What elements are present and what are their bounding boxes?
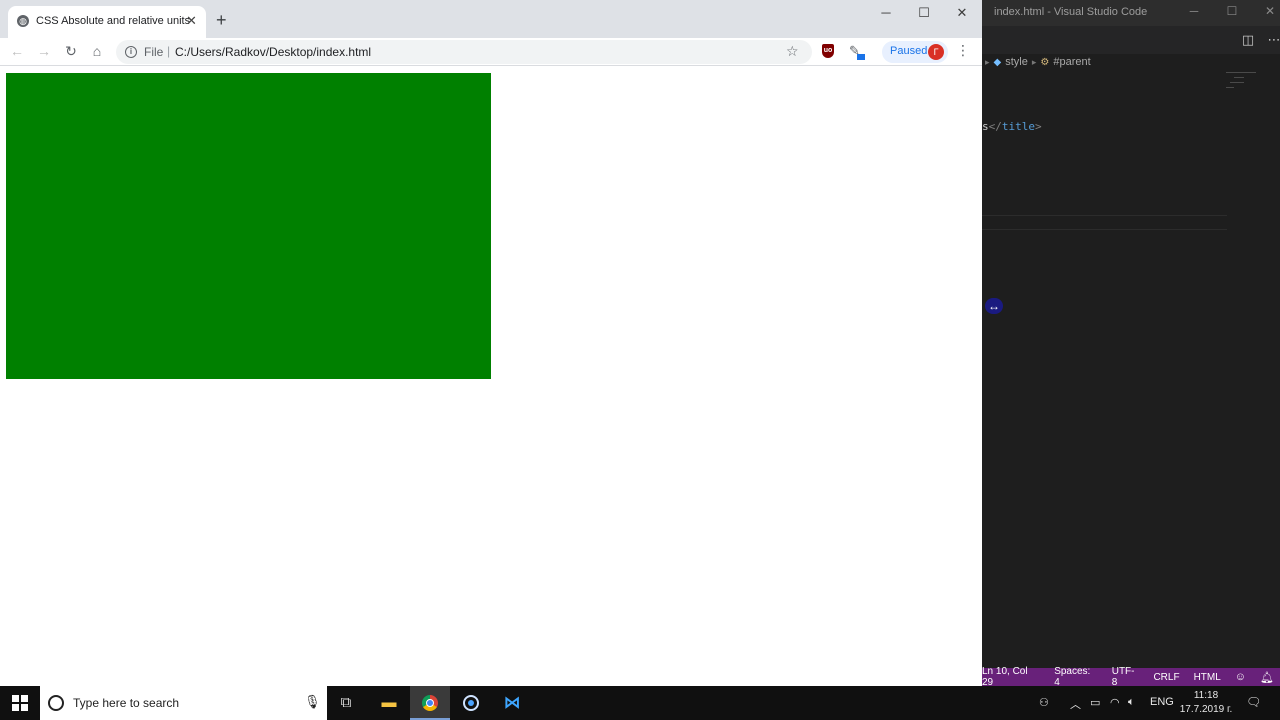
- globe-icon: ◍: [17, 15, 29, 27]
- tab-close-icon[interactable]: ✕: [186, 13, 197, 29]
- ublock-extension-icon[interactable]: uo: [822, 44, 834, 58]
- system-clock[interactable]: 11:18 17.7.2019 г.: [1176, 689, 1236, 717]
- vscode-taskbar-button[interactable]: ⋈: [492, 686, 532, 720]
- url-scheme: File: [144, 45, 164, 59]
- bookmark-star-icon[interactable]: ☆: [786, 43, 799, 60]
- url-text[interactable]: C:/Users/Radkov/Desktop/index.html: [175, 45, 371, 59]
- status-eol[interactable]: CRLF: [1153, 672, 1179, 683]
- selector-icon: ⚙: [1040, 56, 1050, 68]
- input-language[interactable]: ENG: [1150, 696, 1174, 708]
- minimap[interactable]: [1226, 72, 1260, 112]
- windows-start-icon[interactable]: [12, 695, 28, 711]
- record-icon: [463, 695, 479, 712]
- resize-cursor-icon: ↔: [985, 298, 1003, 314]
- browser-toolbar: ← → ↻ ⌂ i File | C:/Users/Radkov/Desktop…: [0, 38, 982, 66]
- microphone-icon[interactable]: 🎙︎: [304, 694, 321, 710]
- address-bar[interactable]: i File | C:/Users/Radkov/Desktop/index.h…: [116, 40, 812, 64]
- chrome-close-button[interactable]: ✕: [952, 5, 972, 21]
- clock-date: 17.7.2019 г.: [1179, 704, 1233, 715]
- tab-title: CSS Absolute and relative units: [36, 15, 191, 27]
- people-icon[interactable]: ⚇: [1039, 696, 1049, 709]
- code-punct: </: [988, 120, 1002, 133]
- more-actions-icon[interactable]: ⋯: [1264, 32, 1280, 48]
- reload-button[interactable]: ↻: [62, 43, 80, 60]
- code-text: s: [982, 120, 989, 133]
- vscode-close-button[interactable]: ✕: [1260, 4, 1280, 18]
- status-cursor-position[interactable]: Ln 10, Col 29: [982, 666, 1040, 688]
- chrome-maximize-button[interactable]: ☐: [914, 5, 934, 21]
- task-view-icon[interactable]: ⧉: [326, 686, 366, 720]
- status-encoding[interactable]: UTF-8: [1112, 666, 1140, 688]
- code-line[interactable]: s</title>: [982, 120, 1042, 133]
- status-indentation[interactable]: Spaces: 4: [1054, 666, 1098, 688]
- chrome-icon: [422, 695, 438, 712]
- vscode-minimize-button[interactable]: ─: [1184, 4, 1204, 18]
- browser-tab[interactable]: ◍ CSS Absolute and relative units ✕: [8, 6, 206, 38]
- clock-time: 11:18: [1193, 690, 1219, 701]
- breadcrumb-item-parent[interactable]: #parent: [1053, 56, 1090, 68]
- chrome-window: ◍ CSS Absolute and relative units ✕ + ─ …: [0, 0, 982, 686]
- chrome-minimize-button[interactable]: ─: [876, 5, 896, 20]
- vscode-maximize-button[interactable]: ☐: [1222, 4, 1242, 18]
- page-viewport: [0, 67, 982, 686]
- home-button[interactable]: ⌂: [88, 43, 106, 59]
- info-icon[interactable]: i: [125, 46, 137, 58]
- forward-button[interactable]: →: [35, 43, 53, 59]
- cortana-icon: [48, 695, 64, 711]
- action-center-icon[interactable]: 🗨︎: [1246, 695, 1261, 709]
- wifi-icon[interactable]: ◠: [1110, 696, 1120, 709]
- chrome-menu-icon[interactable]: ⋮: [956, 42, 970, 59]
- url-scheme-separator: |: [167, 44, 171, 58]
- breadcrumb-separator-icon: ▸: [1031, 56, 1037, 67]
- file-explorer-icon[interactable]: ▬: [369, 686, 409, 720]
- code-punct: >: [1035, 120, 1042, 133]
- breadcrumb-item-style[interactable]: style: [1005, 56, 1028, 68]
- element-icon: ◆: [993, 56, 1002, 68]
- split-editor-icon[interactable]: ◫: [1238, 32, 1258, 48]
- breadcrumb-separator-icon: ▸: [985, 56, 990, 67]
- green-parent-box: [6, 73, 491, 379]
- tab-strip: ◍ CSS Absolute and relative units ✕ + ─ …: [0, 0, 982, 38]
- code-tag: title: [1001, 120, 1035, 133]
- indent-guide: [982, 215, 1227, 216]
- new-tab-button[interactable]: +: [216, 11, 227, 29]
- bell-icon[interactable]: 🔔︎: [1260, 671, 1274, 684]
- paused-label: Paused: [890, 45, 928, 57]
- show-hidden-icons-icon[interactable]: ︿: [1070, 696, 1081, 712]
- indent-guide: [982, 229, 1227, 230]
- search-placeholder: Type here to search: [73, 696, 180, 710]
- vscode-statusbar: Ln 10, Col 29 Spaces: 4 UTF-8 CRLF HTML …: [982, 666, 1280, 688]
- avatar: Г: [928, 44, 944, 60]
- back-button[interactable]: ←: [8, 43, 26, 59]
- taskbar-search-box[interactable]: Type here to search 🎙︎: [40, 686, 327, 720]
- taskbar: Type here to search 🎙︎ ⧉ ▬ ⋈ ⚇ ︿ ▭ ◠ 🔈︎ …: [0, 686, 1280, 720]
- breadcrumb: ▸ ◆ style ▸ ⚙ #parent: [985, 56, 1091, 68]
- chrome-taskbar-button[interactable]: [410, 686, 450, 720]
- battery-icon[interactable]: ▭: [1090, 696, 1100, 709]
- extension-badge: [857, 54, 865, 60]
- vscode-window-title: index.html - Visual Studio Code: [994, 6, 1148, 18]
- recorder-taskbar-button[interactable]: [451, 686, 491, 720]
- status-language[interactable]: HTML: [1194, 672, 1221, 683]
- smiley-feedback-icon[interactable]: ☺: [1235, 671, 1246, 683]
- volume-icon[interactable]: 🔈︎: [1128, 696, 1135, 709]
- profile-paused-button[interactable]: Paused Г: [882, 41, 948, 63]
